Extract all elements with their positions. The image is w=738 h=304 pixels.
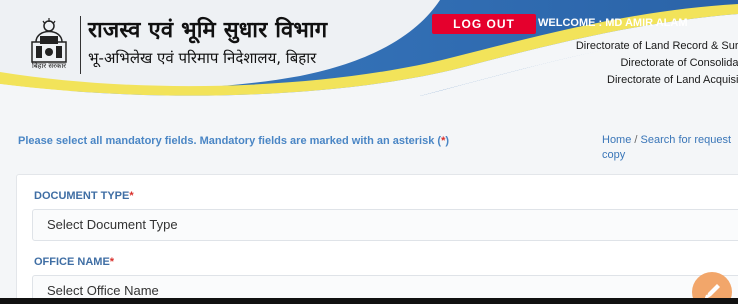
directorate-land-acquisition: Directorate of Land Acquisiti bbox=[607, 74, 738, 86]
office-name-label: OFFICE NAME* bbox=[34, 256, 115, 268]
document-type-label: DOCUMENT TYPE* bbox=[34, 190, 134, 202]
breadcrumb: Home / Search for request copy bbox=[602, 133, 738, 163]
note-text: Please select all mandatory fields. Mand… bbox=[18, 135, 442, 147]
breadcrumb-home-link[interactable]: Home bbox=[602, 134, 631, 146]
required-asterisk: * bbox=[129, 190, 134, 202]
emblem-caption: बिहार सरकार bbox=[31, 62, 67, 70]
required-asterisk: * bbox=[109, 256, 115, 268]
mandatory-fields-note: Please select all mandatory fields. Mand… bbox=[18, 135, 449, 147]
logout-button[interactable]: LOG OUT bbox=[432, 14, 536, 34]
welcome-user-text: WELCOME : MD AMIR ALAM bbox=[538, 17, 688, 29]
department-title: राजस्व एवं भूमि सुधार विभाग bbox=[88, 18, 328, 43]
note-close: ) bbox=[445, 135, 450, 147]
directorate-consolidation: Directorate of Consolidati bbox=[620, 57, 738, 69]
directorate-subtitle: भू-अभिलेख एवं परिमाप निदेशालय, बिहार bbox=[88, 49, 317, 67]
breadcrumb-separator: / bbox=[634, 134, 638, 146]
header-divider bbox=[80, 16, 81, 74]
document-type-select[interactable]: Select Document Type bbox=[32, 209, 738, 241]
site-header: बिहार सरकार राजस्व एवं भूमि सुधार विभाग … bbox=[0, 0, 738, 96]
directorate-land-record: Directorate of Land Record & Surv bbox=[575, 40, 738, 52]
bottom-edge-bar bbox=[0, 298, 738, 304]
